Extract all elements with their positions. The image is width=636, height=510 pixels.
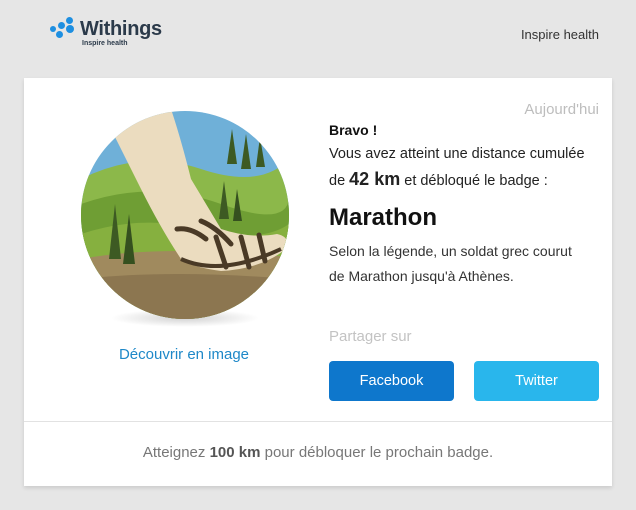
header-tagline: Inspire health bbox=[520, 27, 599, 42]
achievement-description: Vous avez atteint une distance cumulée d… bbox=[329, 142, 589, 193]
badge-title: Marathon bbox=[329, 204, 437, 231]
footer-prefix: Atteignez bbox=[142, 444, 206, 461]
badge-legend: Selon la légende, un soldat grec courut … bbox=[329, 243, 572, 284]
divider bbox=[24, 421, 612, 422]
discover-image-link[interactable]: Découvrir en image bbox=[84, 346, 284, 363]
date-label: Aujourd'hui bbox=[524, 101, 599, 118]
twitter-share-button[interactable]: Twitter bbox=[474, 361, 599, 401]
withings-dots-icon bbox=[50, 17, 78, 40]
badge-card: Aujourd'hui Découvrir en image Bravo ! V… bbox=[24, 78, 612, 486]
distance-value: 42 km bbox=[349, 168, 401, 189]
footer-suffix: pour débloquer le prochain badge. bbox=[264, 444, 494, 461]
share-label: Partager sur bbox=[329, 328, 412, 345]
greeting: Bravo ! bbox=[329, 122, 378, 138]
marathon-badge-icon bbox=[81, 111, 289, 319]
brand-name: Withings bbox=[80, 18, 162, 40]
facebook-share-button[interactable]: Facebook bbox=[329, 361, 454, 401]
footer-distance: 100 km bbox=[209, 444, 261, 461]
next-badge-footer: Atteignez 100 km pour débloquer le proch… bbox=[24, 444, 612, 461]
top-header: Withings Inspire health Inspire health bbox=[0, 0, 636, 78]
description-end: et débloqué le badge : bbox=[404, 172, 548, 189]
brand-tagline: Inspire health bbox=[82, 40, 128, 47]
badge-text: Bravo ! Vous avez atteint une distance c… bbox=[329, 118, 589, 288]
withings-logo[interactable]: Withings Inspire health bbox=[50, 17, 180, 48]
